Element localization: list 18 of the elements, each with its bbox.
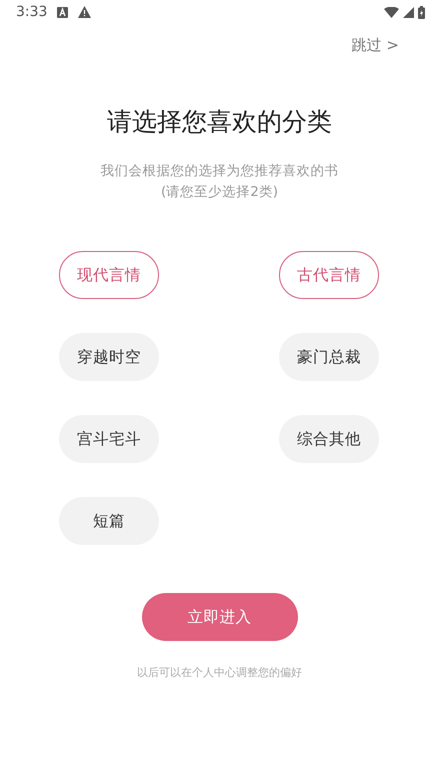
status-time: 3:33 (16, 4, 48, 20)
category-chip[interactable]: 豪门总裁 (279, 333, 379, 381)
subtitle-text: 我们会根据您的选择为您推荐喜欢的书 (100, 162, 338, 180)
category-chip[interactable]: 现代言情 (59, 251, 159, 299)
category-chip[interactable]: 短篇 (59, 497, 159, 545)
warning-icon (78, 6, 92, 18)
skip-link[interactable]: 跳过 > (352, 36, 399, 55)
page-title: 请选择您喜欢的分类 (106, 106, 333, 138)
signal-icon (403, 6, 414, 18)
font-icon (57, 6, 68, 18)
category-chip[interactable]: 宫斗宅斗 (59, 415, 159, 463)
footer-note: 以后可以在个人中心调整您的偏好 (136, 665, 303, 680)
wifi-icon (384, 6, 399, 18)
category-chip[interactable]: 古代言情 (279, 251, 379, 299)
category-chip[interactable]: 穿越时空 (59, 333, 159, 381)
battery-icon (418, 6, 425, 18)
subtitle-text: (请您至少选择2类) (160, 183, 278, 201)
category-chip[interactable]: 综合其他 (279, 415, 379, 463)
